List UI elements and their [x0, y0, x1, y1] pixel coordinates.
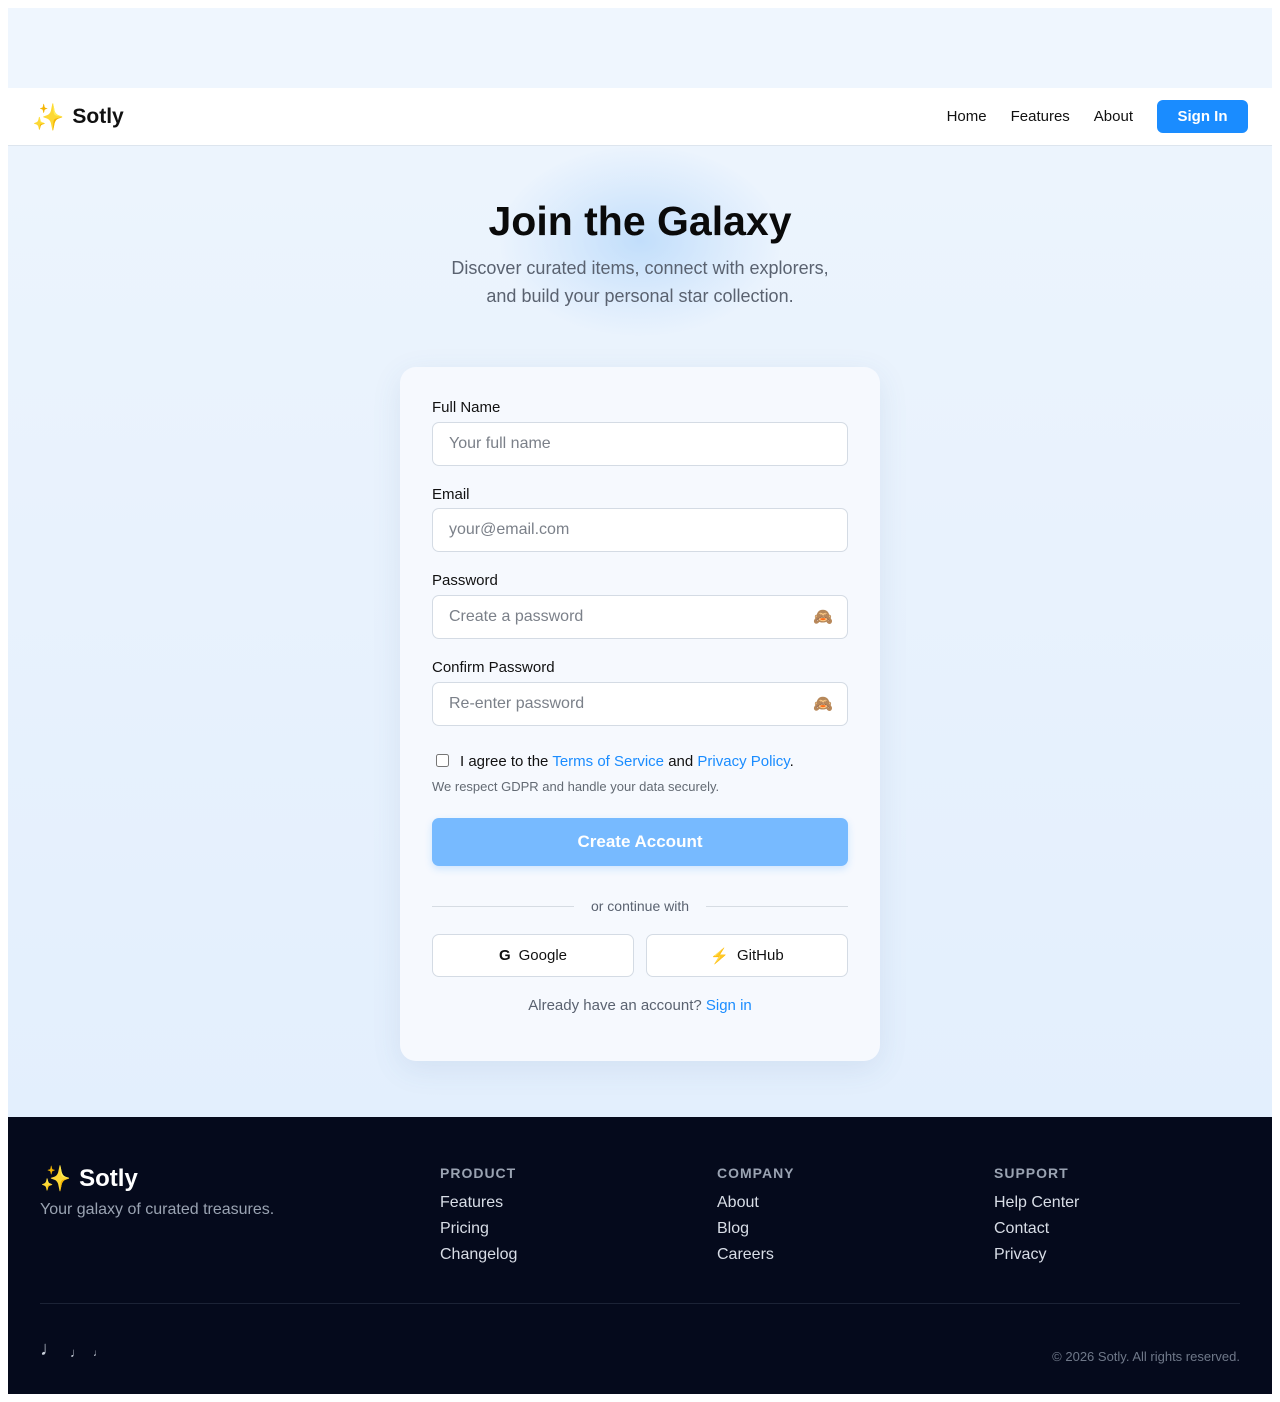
confirm-password-label: Confirm Password [432, 659, 555, 676]
terms-row: I agree to the Terms of Service and Priv… [436, 751, 794, 771]
footer-column-product: PRODUCT Features Pricing Changelog [440, 1165, 517, 1268]
footer-link-features[interactable]: Features [440, 1190, 517, 1216]
footer-tagline: Your galaxy of curated treasures. [40, 1201, 275, 1218]
footer-divider [40, 1303, 1240, 1304]
see-no-evil-monkey-icon[interactable]: 🙈 [811, 605, 835, 629]
nav-links: Home Features About Sign In [947, 100, 1248, 133]
signin-prompt: Already have an account? [528, 997, 702, 1014]
page-title: Join the Galaxy [488, 198, 792, 244]
top-band [8, 8, 1272, 88]
music-note-small-icon[interactable]: ♩ [70, 1346, 83, 1359]
google-icon: G [498, 947, 511, 964]
footer-column-support: SUPPORT Help Center Contact Privacy [994, 1165, 1079, 1268]
music-note-tiny-icon[interactable]: ♩ [93, 1349, 103, 1359]
nav-link-about[interactable]: About [1094, 108, 1133, 125]
terms-text: I agree to the Terms of Service and Priv… [460, 753, 794, 770]
footer-column-title: PRODUCT [440, 1165, 517, 1181]
footer-brand-name: Sotly [79, 1165, 138, 1192]
terms-prefix: I agree to the [460, 752, 549, 770]
footer-brand[interactable]: ✨ Sotly [40, 1165, 138, 1193]
navbar: ✨ Sotly Home Features About Sign In [8, 88, 1272, 146]
terms-checkbox[interactable] [436, 753, 449, 767]
divider-line-right [706, 906, 848, 907]
email-input[interactable] [432, 508, 848, 552]
footer-column-company: COMPANY About Blog Careers [717, 1165, 795, 1268]
footer-social-icons: ♩ ♩ ♩ [40, 1339, 103, 1359]
password-label: Password [432, 572, 498, 589]
create-account-button[interactable]: Create Account [432, 818, 848, 866]
google-label: Google [518, 947, 568, 964]
sign-in-link[interactable]: Sign in [706, 997, 752, 1014]
brand-name: Sotly [72, 105, 124, 128]
divider-line-left [432, 906, 574, 907]
privacy-policy-link[interactable]: Privacy Policy [697, 753, 789, 770]
footer-column-title: SUPPORT [994, 1165, 1069, 1181]
brand-logo[interactable]: ✨ Sotly [32, 101, 124, 133]
github-label: GitHub [737, 947, 784, 964]
nav-link-home[interactable]: Home [947, 108, 987, 125]
see-no-evil-monkey-icon[interactable]: 🙈 [811, 692, 835, 716]
lightning-icon: ⚡ [710, 947, 729, 965]
gdpr-note: We respect GDPR and handle your data sec… [432, 779, 720, 794]
sign-in-button[interactable]: Sign In [1157, 100, 1248, 133]
footer: ✨ Sotly Your galaxy of curated treasures… [8, 1117, 1272, 1394]
copyright: © 2026 Sotly. All rights reserved. [1052, 1349, 1240, 1364]
sparkles-icon: ✨ [32, 102, 65, 132]
full-name-input[interactable] [432, 422, 848, 466]
main-content: Join the Galaxy Discover curated items, … [8, 146, 1272, 1117]
footer-column-title: COMPANY [717, 1165, 795, 1181]
nav-link-features[interactable]: Features [1011, 108, 1070, 125]
password-input[interactable] [432, 595, 848, 639]
footer-link-privacy[interactable]: Privacy [994, 1242, 1079, 1268]
google-signin-button[interactable]: G Google [432, 934, 634, 977]
footer-link-about[interactable]: About [717, 1190, 795, 1216]
full-name-label: Full Name [432, 399, 501, 416]
music-note-icon[interactable]: ♩ [40, 1339, 60, 1359]
terms-suffix: . [789, 752, 794, 770]
sparkles-icon: ✨ [40, 1164, 72, 1193]
page-frame: ✨ Sotly Home Features About Sign In Join… [8, 8, 1272, 1394]
footer-link-changelog[interactable]: Changelog [440, 1242, 517, 1268]
confirm-password-input[interactable] [432, 682, 848, 726]
terms-of-service-link[interactable]: Terms of Service [552, 753, 664, 770]
footer-link-blog[interactable]: Blog [717, 1216, 795, 1242]
footer-link-careers[interactable]: Careers [717, 1242, 795, 1268]
github-signin-button[interactable]: ⚡ GitHub [646, 934, 848, 977]
divider-text: or continue with [590, 898, 690, 914]
footer-link-help-center[interactable]: Help Center [994, 1190, 1079, 1216]
signup-card: Full Name Email Password 🙈 Confirm Passw… [400, 367, 880, 1061]
footer-link-pricing[interactable]: Pricing [440, 1216, 517, 1242]
page-subtitle: Discover curated items, connect with exp… [451, 258, 829, 306]
terms-middle: and [668, 752, 694, 770]
footer-link-contact[interactable]: Contact [994, 1216, 1079, 1242]
signin-prompt-row: Already have an account? Sign in [400, 997, 880, 1014]
email-label: Email [432, 486, 470, 503]
